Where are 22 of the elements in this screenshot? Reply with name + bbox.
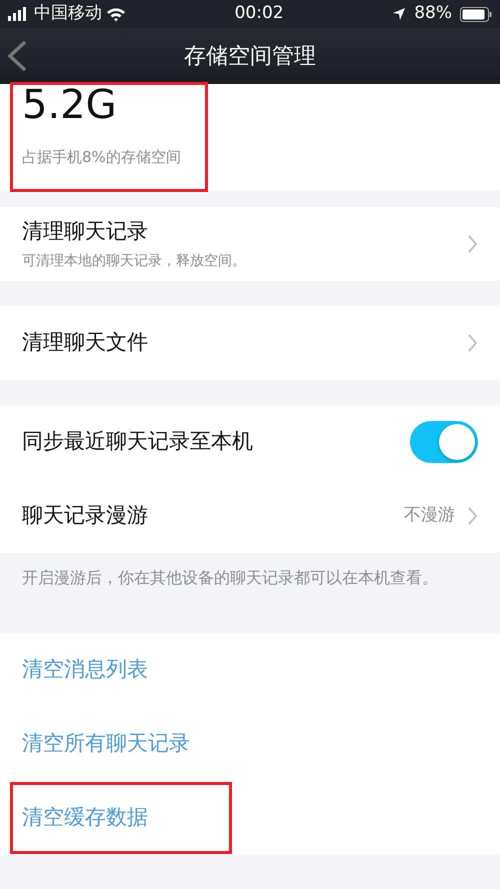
- row-title: 清理聊天记录: [22, 218, 149, 245]
- status-time: 00:02: [234, 2, 284, 26]
- storage-size: 5.2G: [22, 82, 118, 128]
- row-title: 清理聊天文件: [22, 329, 148, 356]
- row-title: 聊天记录漫游: [22, 502, 148, 530]
- carrier-name: 中国移动: [34, 2, 102, 26]
- row-title: 同步最近聊天记录至本机: [22, 428, 253, 456]
- battery-icon: [460, 6, 492, 22]
- storage-caption: 占据手机8%的存储空间: [22, 147, 182, 168]
- row-subtitle: 可清理本地的聊天记录，释放空间。: [22, 252, 246, 272]
- row-value: 不漫游: [404, 504, 455, 528]
- chevron-right-icon: [467, 333, 478, 353]
- chevron-right-icon: [467, 234, 478, 254]
- toggle-switch[interactable]: [410, 421, 478, 463]
- chevron-right-icon: [467, 506, 478, 526]
- battery-percent: 88%: [414, 2, 452, 26]
- nav-title: 存储空间管理: [184, 42, 316, 70]
- back-button[interactable]: [6, 40, 28, 72]
- wifi-icon: [106, 6, 126, 22]
- footer-note: 开启漫游后，你在其他设备的聊天记录都可以在本机查看。: [21, 567, 439, 589]
- location-icon: [392, 7, 406, 21]
- back-icon: [6, 40, 28, 72]
